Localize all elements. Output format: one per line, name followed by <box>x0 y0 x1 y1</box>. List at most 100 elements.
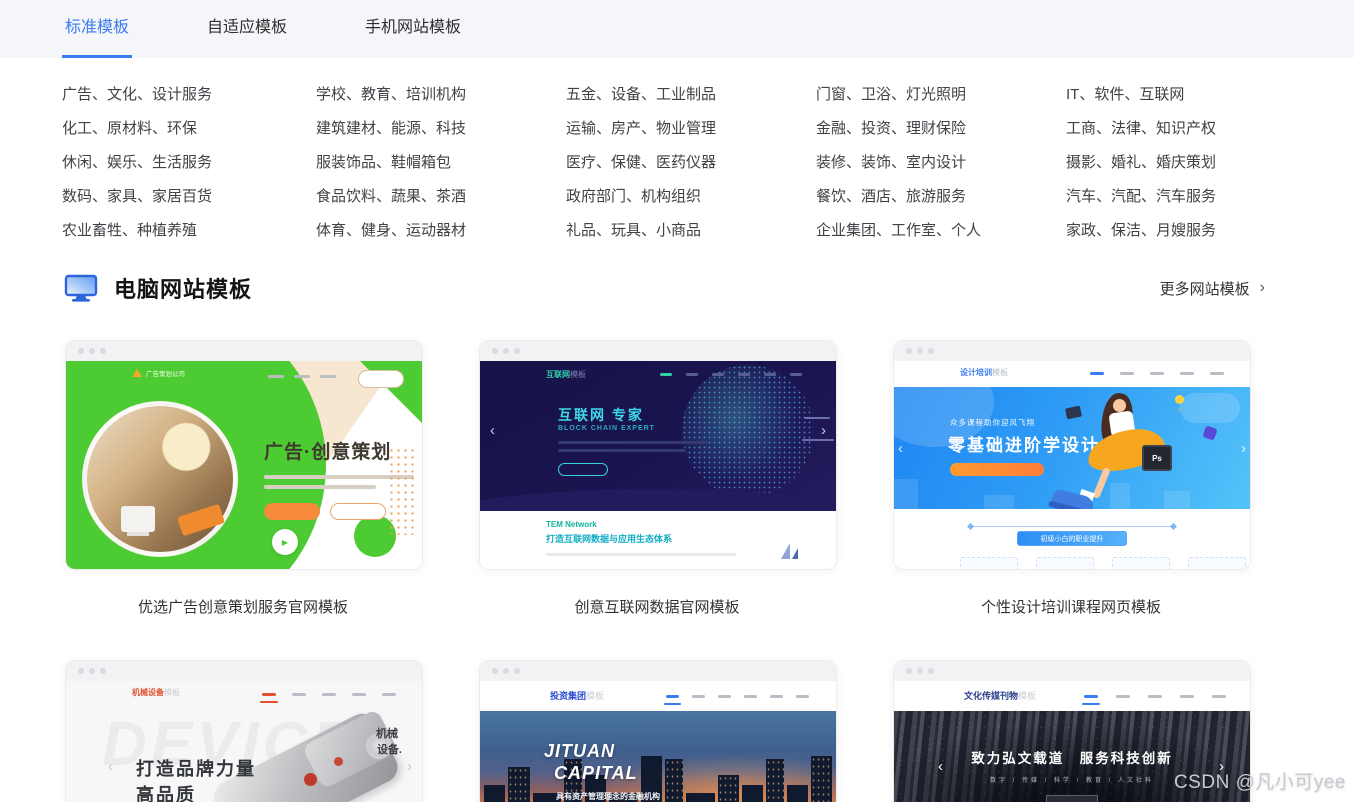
mock-site-logo-strong: 设计培训 <box>960 368 992 377</box>
sail-logo-shape <box>781 543 790 559</box>
decor-block <box>1110 483 1130 509</box>
category-link-apparel[interactable]: 服装饰品、鞋帽箱包 <box>316 152 566 173</box>
category-link-decoration[interactable]: 装修、装饰、室内设计 <box>816 152 1066 173</box>
carousel-right-arrow: › <box>1241 441 1246 456</box>
tab-mobile-templates[interactable]: 手机网站模板 <box>362 0 464 58</box>
category-link-digital[interactable]: 数码、家具、家居百货 <box>62 186 316 207</box>
category-link-leisure[interactable]: 休闲、娱乐、生活服务 <box>62 152 316 173</box>
play-icon: ▶ <box>272 529 298 555</box>
chrome-dot <box>514 668 520 674</box>
text-placeholder <box>264 485 376 489</box>
mock-hero-banner: 互联网模板 互联网 专家 BLOCK CHAIN EXPERT <box>480 361 836 511</box>
category-column-4: 门窗、卫浴、灯光照明 金融、投资、理财保险 装修、装饰、室内设计 餐饮、酒店、旅… <box>816 84 1066 241</box>
category-link-catering[interactable]: 餐饮、酒店、旅游服务 <box>816 186 1066 207</box>
mock-site-logo-strong: 机械设备 <box>132 688 164 697</box>
category-link-advertising[interactable]: 广告、文化、设计服务 <box>62 84 316 105</box>
template-caption[interactable]: 创意互联网数据官网模板 <box>479 596 835 617</box>
mock-site-logo-light: 模板 <box>1018 691 1036 701</box>
template-card-row-1: ▶ 广告策划公司 广告·创意策划 <box>0 340 1354 617</box>
lightbulb-icon <box>1175 395 1184 404</box>
mock-side-text-line1: 机械 <box>376 725 398 741</box>
nav-placeholder <box>1180 695 1194 698</box>
carousel-left-arrow: ‹ <box>108 759 113 774</box>
template-caption[interactable]: 个性设计培训课程网页模板 <box>893 596 1249 617</box>
mock-site-logo: 机械设备模板 <box>132 687 180 698</box>
feature-placeholder <box>1036 557 1094 569</box>
more-templates-link[interactable]: 更多网站模板 › <box>1160 278 1265 299</box>
category-link-transport[interactable]: 运输、房产、物业管理 <box>566 118 816 139</box>
category-link-construction[interactable]: 建筑建材、能源、科技 <box>316 118 566 139</box>
category-link-it[interactable]: IT、软件、互联网 <box>1066 84 1354 105</box>
mock-site-logo: 广告策划公司 <box>132 368 185 378</box>
category-link-hardware[interactable]: 五金、设备、工业制品 <box>566 84 816 105</box>
category-link-enterprise[interactable]: 企业集团、工作室、个人 <box>816 220 1066 241</box>
nav-placeholder <box>1150 372 1164 375</box>
mock-site-header <box>894 361 1250 387</box>
category-link-medical[interactable]: 医疗、保健、医药仪器 <box>566 152 816 173</box>
category-column-2: 学校、教育、培训机构 建筑建材、能源、科技 服装饰品、鞋帽箱包 食品饮料、蔬果、… <box>316 84 566 241</box>
category-link-government[interactable]: 政府部门、机构组织 <box>566 186 816 207</box>
tab-standard-templates[interactable]: 标准模板 <box>62 0 132 58</box>
category-link-legal[interactable]: 工商、法律、知识产权 <box>1066 118 1354 139</box>
category-link-food[interactable]: 食品饮料、蔬果、茶酒 <box>316 186 566 207</box>
chrome-dot <box>100 668 106 674</box>
nav-placeholder <box>262 693 276 696</box>
mock-site-logo-light: 模板 <box>586 691 604 701</box>
browser-chrome-bar <box>480 661 836 681</box>
template-card-internet[interactable]: 互联网模板 互联网 专家 BLOCK CHAIN EXPERT <box>479 340 837 570</box>
nav-placeholder <box>712 373 724 376</box>
mock-site-logo: 设计培训模板 <box>960 367 1008 378</box>
nav-placeholder <box>292 693 306 696</box>
building-silhouette <box>811 756 832 802</box>
chrome-dot <box>89 348 95 354</box>
chrome-dot <box>492 668 498 674</box>
category-link-photography[interactable]: 摄影、婚礼、婚庆策划 <box>1066 152 1354 173</box>
text-placeholder <box>558 449 686 452</box>
browser-chrome-bar <box>480 341 836 361</box>
feature-placeholder <box>960 557 1018 569</box>
browser-chrome-bar <box>894 661 1250 681</box>
mock-hero-tagline: 众多课程助你迎风飞翔 <box>950 417 1035 428</box>
template-card-advertising[interactable]: ▶ 广告策划公司 广告·创意策划 <box>65 340 423 570</box>
template-card-row-2: DEVICE 机械设备模板 打造品牌力量 高品质 <box>0 660 1354 802</box>
mock-contact-button <box>558 463 608 476</box>
mock-hero-heading: 致力弘文载道 服务科技创新 <box>894 747 1250 767</box>
category-link-sports[interactable]: 体育、健身、运动器材 <box>316 220 566 241</box>
browser-chrome-bar <box>894 341 1250 361</box>
category-link-housekeeping[interactable]: 家政、保洁、月嫂服务 <box>1066 220 1354 241</box>
nav-placeholder <box>320 375 336 378</box>
nav-placeholder <box>692 695 705 698</box>
template-caption[interactable]: 优选广告创意策划服务官网模板 <box>65 596 421 617</box>
chrome-dot <box>78 348 84 354</box>
hero-photo-circle <box>82 401 238 557</box>
template-card-capital[interactable]: 投资集团模板 <box>479 660 837 802</box>
template-cell-design-training: 设计培训模板 众多课程助你迎风飞翔 零基础 <box>893 340 1249 617</box>
template-preview-capital: 投资集团模板 <box>480 681 836 802</box>
category-link-agriculture[interactable]: 农业畜牲、种植养殖 <box>62 220 316 241</box>
mock-hero-heading: 互联网 专家 <box>558 405 644 425</box>
decor-cloud <box>1180 393 1240 423</box>
template-preview-design-training: 设计培训模板 众多课程助你迎风飞翔 零基础 <box>894 361 1250 569</box>
category-column-1: 广告、文化、设计服务 化工、原材料、环保 休闲、娱乐、生活服务 数码、家具、家居… <box>62 84 316 241</box>
nav-placeholder <box>666 695 679 698</box>
template-card-design-training[interactable]: 设计培训模板 众多课程助你迎风飞翔 零基础 <box>893 340 1251 570</box>
nav-placeholder <box>322 693 336 696</box>
nav-placeholder <box>796 695 809 698</box>
more-templates-label: 更多网站模板 <box>1160 278 1250 299</box>
chrome-dot <box>917 348 923 354</box>
building-silhouette <box>787 785 808 802</box>
mock-site-logo-strong: 文化传媒刊物 <box>964 691 1018 701</box>
category-link-gifts[interactable]: 礼品、玩具、小商品 <box>566 220 816 241</box>
tab-adaptive-templates[interactable]: 自适应模板 <box>204 0 290 58</box>
template-preview-machinery: DEVICE 机械设备模板 打造品牌力量 高品质 <box>66 681 422 802</box>
template-card-machinery[interactable]: DEVICE 机械设备模板 打造品牌力量 高品质 <box>65 660 423 802</box>
nav-placeholder <box>1090 372 1104 375</box>
category-link-chemical[interactable]: 化工、原材料、环保 <box>62 118 316 139</box>
nav-placeholder <box>1116 695 1130 698</box>
category-link-finance[interactable]: 金融、投资、理财保险 <box>816 118 1066 139</box>
category-link-auto[interactable]: 汽车、汽配、汽车服务 <box>1066 186 1354 207</box>
nav-active-underline <box>664 703 681 705</box>
mock-side-text-line2: 设备. <box>377 741 402 757</box>
category-link-education[interactable]: 学校、教育、培训机构 <box>316 84 566 105</box>
category-link-doors-lighting[interactable]: 门窗、卫浴、灯光照明 <box>816 84 1066 105</box>
